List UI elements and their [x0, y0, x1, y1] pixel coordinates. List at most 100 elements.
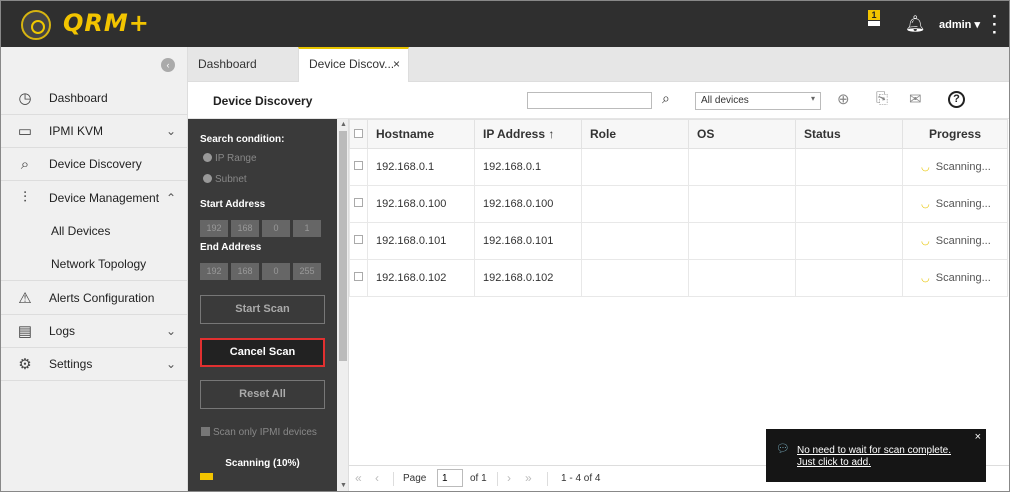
column-header-progress[interactable]: Progress: [902, 119, 1008, 149]
tab-device-discovery[interactable]: Device Discov... ×: [298, 47, 409, 82]
close-icon[interactable]: ×: [393, 49, 400, 80]
sidebar-item-settings[interactable]: ⚙ Settings ⌄: [1, 348, 188, 381]
collapse-icon[interactable]: ‹: [161, 58, 175, 72]
cell-hostname: 192.168.0.1: [367, 148, 475, 186]
sidebar-item-device-management[interactable]: ⫶ Device Management ⌃: [1, 181, 188, 214]
add-icon[interactable]: ⊕: [837, 90, 850, 108]
gear-icon: ⚙: [18, 356, 32, 373]
chevron-down-icon: ⌄: [165, 357, 176, 371]
user-menu[interactable]: admin ▾: [939, 18, 980, 31]
monitor-icon: ▭: [17, 123, 33, 140]
row-checkbox[interactable]: [349, 185, 368, 223]
radio-subnet[interactable]: Subnet: [203, 174, 247, 185]
top-bar: QRM+ 1 🔔︎ admin ▾ · · ·: [1, 1, 1009, 47]
ip-octet-input[interactable]: 192: [200, 220, 228, 237]
table-row[interactable]: 192.168.0.102 192.168.0.102 ◡ Scanning...: [349, 259, 1008, 297]
sidebar-item-logs[interactable]: ▤ Logs ⌄: [1, 315, 188, 348]
mail-icon[interactable]: ✉: [909, 90, 922, 108]
column-header-status[interactable]: Status: [795, 119, 903, 149]
tab-dashboard[interactable]: Dashboard: [188, 47, 298, 82]
cell-ip: 192.168.0.1: [474, 148, 582, 186]
start-scan-button[interactable]: Start Scan: [200, 295, 325, 324]
search-input[interactable]: [527, 92, 652, 109]
column-header-role[interactable]: Role: [581, 119, 689, 149]
kebab-icon[interactable]: · · ·: [992, 8, 998, 41]
cell-os: [688, 222, 796, 260]
ip-octet-input[interactable]: 0: [262, 263, 290, 280]
panel-scrollbar[interactable]: ▲ ▼: [337, 119, 349, 491]
ip-octet-input[interactable]: 1: [293, 220, 321, 237]
cell-os: [688, 148, 796, 186]
ip-octet-input[interactable]: 0: [262, 220, 290, 237]
ip-octet-input[interactable]: 255: [293, 263, 321, 280]
end-address-field: 192 168 0 255: [200, 263, 324, 280]
cell-progress: ◡ Scanning...: [902, 222, 1008, 260]
prev-page-icon[interactable]: ‹: [375, 471, 379, 485]
ipmi-only-checkbox[interactable]: Scan only IPMI devices: [201, 427, 317, 438]
cell-ip: 192.168.0.101: [474, 222, 582, 260]
column-header-ip-address[interactable]: IP Address ↑: [474, 119, 582, 149]
discovery-icon: ⌕: [20, 155, 30, 173]
next-page-icon[interactable]: ›: [507, 471, 511, 485]
close-icon[interactable]: ×: [975, 431, 981, 443]
search-icon[interactable]: ⌕: [662, 90, 670, 107]
cell-progress: ◡ Scanning...: [902, 185, 1008, 223]
help-icon[interactable]: ?: [948, 91, 965, 108]
start-address-field: 192 168 0 1: [200, 220, 324, 237]
reset-all-button[interactable]: Reset All: [200, 380, 325, 409]
sidebar-item-ipmi-kvm[interactable]: ▭ IPMI KVM ⌄: [1, 115, 188, 148]
cell-role: [581, 185, 689, 223]
row-checkbox[interactable]: [349, 259, 368, 297]
scroll-down-icon[interactable]: ▼: [340, 482, 347, 489]
row-checkbox[interactable]: [349, 222, 368, 260]
bell-icon[interactable]: 🔔︎: [905, 14, 925, 34]
table-row[interactable]: 192.168.0.1 192.168.0.1 ◡ Scanning...: [349, 148, 1008, 186]
cell-progress: ◡ Scanning...: [902, 148, 1008, 186]
checkbox-box: [354, 235, 363, 244]
pdf-icon[interactable]: ⎘: [876, 90, 888, 107]
page-number-input[interactable]: [437, 469, 463, 487]
cancel-scan-button[interactable]: Cancel Scan: [200, 338, 325, 367]
cell-hostname: 192.168.0.101: [367, 222, 475, 260]
checkbox-label: Scan only IPMI devices: [213, 427, 317, 438]
sidebar-item-alerts-configuration[interactable]: ⚠ Alerts Configuration: [1, 282, 188, 315]
user-name: admin: [939, 19, 972, 31]
table-row[interactable]: 192.168.0.100 192.168.0.100 ◡ Scanning...: [349, 185, 1008, 223]
chevron-down-icon: ⌄: [165, 324, 176, 338]
first-page-icon[interactable]: «: [355, 471, 362, 485]
task-badge[interactable]: 1: [868, 10, 880, 26]
sidebar-item-device-discovery[interactable]: ⌕ Device Discovery: [1, 148, 188, 181]
ip-octet-input[interactable]: 192: [200, 263, 228, 280]
radio-ip-range[interactable]: IP Range: [203, 153, 257, 164]
scroll-thumb[interactable]: [339, 131, 347, 361]
app-window: QRM+ 1 🔔︎ admin ▾ · · · ‹ ◷ Dashboard ▭ IP…: [0, 0, 1010, 492]
sidebar-item-network-topology[interactable]: Network Topology: [1, 248, 188, 281]
last-page-icon[interactable]: »: [525, 471, 532, 485]
chevron-down-icon: ▾: [810, 94, 815, 103]
column-header-os[interactable]: OS: [688, 119, 796, 149]
cell-status: [795, 222, 903, 260]
record-range: 1 - 4 of 4: [561, 473, 601, 484]
scroll-up-icon[interactable]: ▲: [340, 121, 347, 128]
table-header-row: Hostname IP Address ↑ Role OS Status Pro…: [349, 119, 1008, 149]
sidebar-item-label: Logs: [49, 324, 76, 338]
device-filter-select[interactable]: All devices ▾: [695, 92, 821, 110]
divider: [497, 472, 498, 486]
spinner-icon: ◡: [921, 162, 930, 173]
ip-octet-input[interactable]: 168: [231, 263, 259, 280]
ip-octet-input[interactable]: 168: [231, 220, 259, 237]
toast-message[interactable]: No need to wait for scan complete. Just …: [797, 445, 967, 469]
chevron-up-icon: ⌃: [165, 190, 176, 205]
sidebar-item-label: Settings: [49, 357, 93, 371]
sidebar-item-dashboard[interactable]: ◷ Dashboard: [1, 82, 188, 115]
row-checkbox[interactable]: [349, 148, 368, 186]
select-all-checkbox[interactable]: [349, 119, 368, 149]
table-row[interactable]: 192.168.0.101 192.168.0.101 ◡ Scanning...: [349, 222, 1008, 260]
notification-toast[interactable]: 💬︎ No need to wait for scan complete. Ju…: [766, 429, 986, 482]
progress-text: Scanning...: [935, 272, 991, 284]
tab-label: Device Discov...: [309, 57, 395, 71]
cell-role: [581, 259, 689, 297]
tab-bar: Dashboard Device Discov... ×: [188, 47, 1009, 82]
column-header-hostname[interactable]: Hostname: [367, 119, 475, 149]
sidebar-item-all-devices[interactable]: All Devices: [1, 214, 188, 247]
